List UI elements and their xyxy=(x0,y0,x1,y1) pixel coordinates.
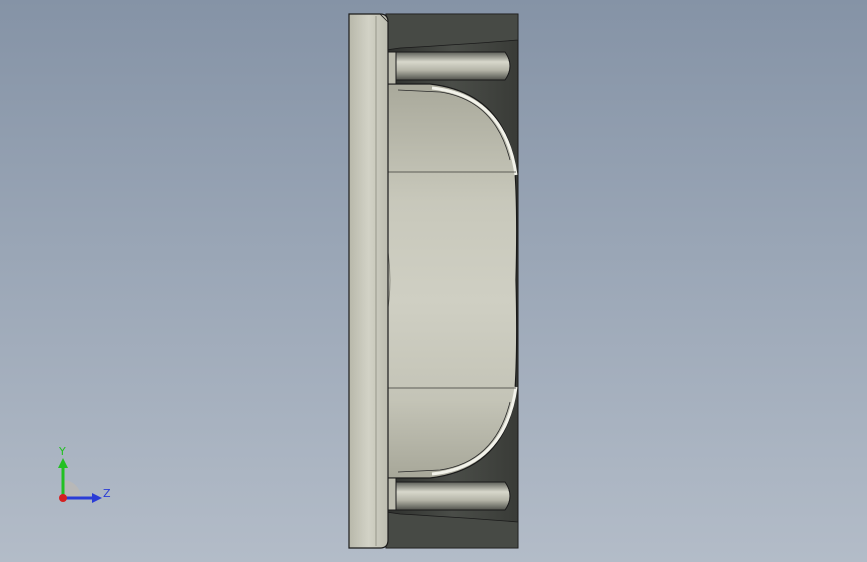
z-axis-label: Z xyxy=(103,487,111,500)
bowl-body-surface xyxy=(377,83,518,479)
bottom-rib xyxy=(392,481,511,511)
top-rib xyxy=(392,51,511,81)
graphics-viewport[interactable]: Y Z xyxy=(0,0,867,562)
z-axis-arrow xyxy=(92,493,102,503)
x-axis-dot xyxy=(59,494,67,502)
y-axis-label: Y xyxy=(58,445,66,458)
flange-plate xyxy=(348,13,389,549)
axis-triad: Y Z xyxy=(58,445,111,503)
y-axis-arrow xyxy=(58,458,68,468)
cad-part-model[interactable] xyxy=(0,0,867,562)
